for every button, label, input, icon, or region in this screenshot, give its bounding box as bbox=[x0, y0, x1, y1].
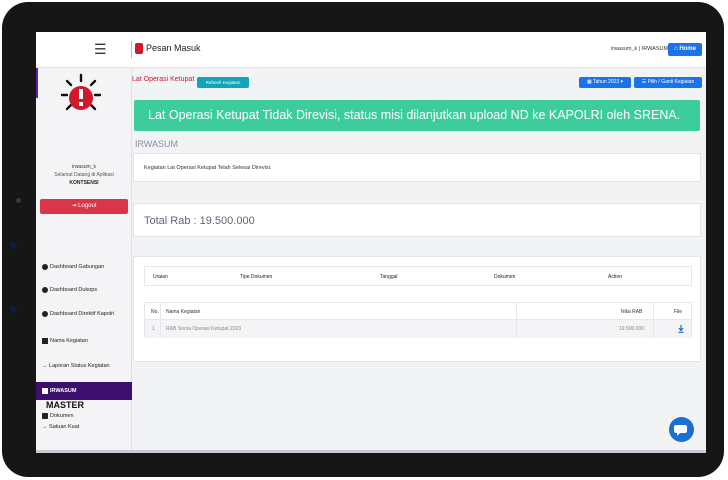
breadcrumb[interactable]: Lat Operasi Ketupat bbox=[132, 76, 194, 83]
status-banner: Lat Operasi Ketupat Tidak Direvisi, stat… bbox=[134, 100, 700, 131]
col-nama-kegiatan: Nama Kegiatan bbox=[166, 309, 201, 315]
bottom-scroll-track[interactable] bbox=[36, 450, 706, 453]
master-heading: MASTER bbox=[46, 400, 84, 410]
top-navbar: ☰ Pesan Masuk irwasum_k | IRWASUM ⌂ Home bbox=[36, 32, 706, 68]
info-card: Kegiatan Lat Operasi Ketupat Telah Seles… bbox=[133, 153, 701, 182]
welcome-text: Selamat Datang di Aplikasi bbox=[54, 172, 114, 178]
sidebar-item-label: Nama Kegiatan bbox=[50, 338, 88, 344]
indicator-dot bbox=[10, 306, 17, 313]
table-row: 1 RAB Srena Operasi Ketupat 2023 19.500.… bbox=[145, 320, 691, 338]
sidebar-accent bbox=[36, 68, 38, 98]
camera-dot bbox=[16, 198, 21, 203]
total-rab: Total Rab : 19.500.000 bbox=[144, 215, 255, 227]
folder-icon bbox=[42, 412, 48, 419]
row-no: 1 bbox=[152, 326, 155, 332]
notification-icon[interactable] bbox=[135, 43, 143, 54]
list-icon bbox=[42, 337, 48, 344]
col-tanggal: Tanggal bbox=[380, 274, 398, 280]
app-screen: ☰ Pesan Masuk irwasum_k | IRWASUM ⌂ Home bbox=[36, 32, 706, 453]
sidebar-item-laporan-status[interactable]: → Laporan Status Kegiatan bbox=[36, 360, 132, 373]
documents-card: Uraian Tipe Dokumen Tanggal Dokumen Acti… bbox=[133, 256, 701, 362]
pesan-masuk-link[interactable]: Pesan Masuk bbox=[146, 43, 201, 53]
sidebar-item-irwasum[interactable]: IRWASUM bbox=[36, 382, 132, 400]
row-nilai: 19.500.000 bbox=[619, 326, 645, 332]
chat-button[interactable] bbox=[669, 417, 694, 442]
col-file: File bbox=[674, 309, 683, 315]
sidebar-item-label: IRWASUM bbox=[50, 388, 77, 394]
pilih-label: Pilih / Ganti Kegiatan bbox=[647, 79, 695, 85]
logout-label: Logout bbox=[78, 203, 97, 209]
sidebar-item-label: Dashboard Dukops bbox=[50, 287, 98, 293]
rab-table-header: No. Nama Kegiatan Nilai RAB File bbox=[145, 303, 691, 320]
col-divider bbox=[653, 303, 654, 337]
info-text: Kegiatan Lat Operasi Ketupat Telah Seles… bbox=[144, 165, 272, 171]
sidebar-item-dokumen[interactable]: Dokumen bbox=[36, 410, 132, 423]
home-button[interactable]: ⌂ Home bbox=[668, 43, 702, 56]
app-logo-icon bbox=[60, 73, 102, 111]
col-divider bbox=[516, 303, 517, 337]
sidebar-item-label: Laporan Status Kegiatan bbox=[49, 363, 110, 369]
rab-table: No. Nama Kegiatan Nilai RAB File 1 RAB S… bbox=[144, 302, 692, 338]
sidebar-item-satuan-kuat[interactable]: → Satuan Kuat bbox=[42, 424, 79, 430]
dashboard-icon bbox=[42, 310, 48, 317]
chat-icon bbox=[674, 425, 687, 436]
dashboard-icon bbox=[42, 286, 48, 293]
col-no: No. bbox=[151, 309, 159, 315]
document-icon bbox=[42, 387, 48, 394]
hamburger-icon[interactable]: ☰ bbox=[94, 41, 107, 58]
total-rab-card: Total Rab : 19.500.000 bbox=[133, 203, 701, 237]
user-info[interactable]: irwasum_k | IRWASUM bbox=[611, 46, 668, 52]
section-title: IRWASUM bbox=[135, 139, 179, 149]
documents-table-header: Uraian Tipe Dokumen Tanggal Dokumen Acti… bbox=[144, 266, 692, 286]
col-divider bbox=[160, 303, 161, 337]
tablet-frame: ☰ Pesan Masuk irwasum_k | IRWASUM ⌂ Home bbox=[0, 0, 728, 480]
sidebar-item-dashboard-gabungan[interactable]: Dashboard Gabungan bbox=[36, 261, 132, 274]
sidebar-item-label: Dokumen bbox=[50, 413, 74, 419]
sidebar-item-nama-kegiatan[interactable]: Nama Kegiatan bbox=[36, 335, 132, 348]
sidebar-item-dashboard-direktif[interactable]: Dashboard Direktif Kapolri bbox=[36, 308, 132, 321]
col-uraian: Uraian bbox=[153, 274, 168, 280]
user-name: irwasum_k bbox=[72, 164, 96, 170]
tahun-dropdown[interactable]: ▦ Tahun 2023 ▾ bbox=[579, 77, 631, 88]
tahun-label: Tahun 2023 bbox=[592, 79, 620, 85]
user-role: KONTSENSI bbox=[69, 180, 99, 186]
divider bbox=[131, 41, 132, 58]
home-label: Home bbox=[679, 46, 696, 52]
refresh-kegiatan-button[interactable]: Refresh Kegiatan bbox=[197, 77, 249, 88]
sidebar-item-label: Dashboard Gabungan bbox=[50, 264, 105, 270]
col-action: Action bbox=[608, 274, 622, 280]
indicator-dot bbox=[10, 242, 17, 249]
pilih-kegiatan-button[interactable]: ☰ Pilih / Ganti Kegiatan bbox=[634, 77, 702, 88]
sidebar-item-dashboard-dukops[interactable]: Dashboard Dukops bbox=[36, 284, 132, 297]
tablet-bezel: ☰ Pesan Masuk irwasum_k | IRWASUM ⌂ Home bbox=[2, 2, 724, 477]
dashboard-icon bbox=[42, 263, 48, 270]
sidebar-item-label: Dashboard Direktif Kapolri bbox=[50, 311, 115, 317]
col-nilai-rab: Nilai RAB bbox=[621, 309, 643, 315]
col-tipe-dokumen: Tipe Dokumen bbox=[240, 274, 273, 280]
col-dokumen: Dokumen bbox=[494, 274, 516, 280]
download-icon[interactable] bbox=[678, 325, 684, 333]
row-nama: RAB Srena Operasi Ketupat 2023 bbox=[166, 326, 242, 332]
sidebar-item-label: Satuan Kuat bbox=[49, 424, 80, 430]
logout-button[interactable]: ⇥ Logout bbox=[40, 199, 128, 214]
arrow-right-icon: → bbox=[42, 363, 50, 369]
sidebar: irwasum_k Selamat Datang di Aplikasi KON… bbox=[36, 68, 132, 453]
